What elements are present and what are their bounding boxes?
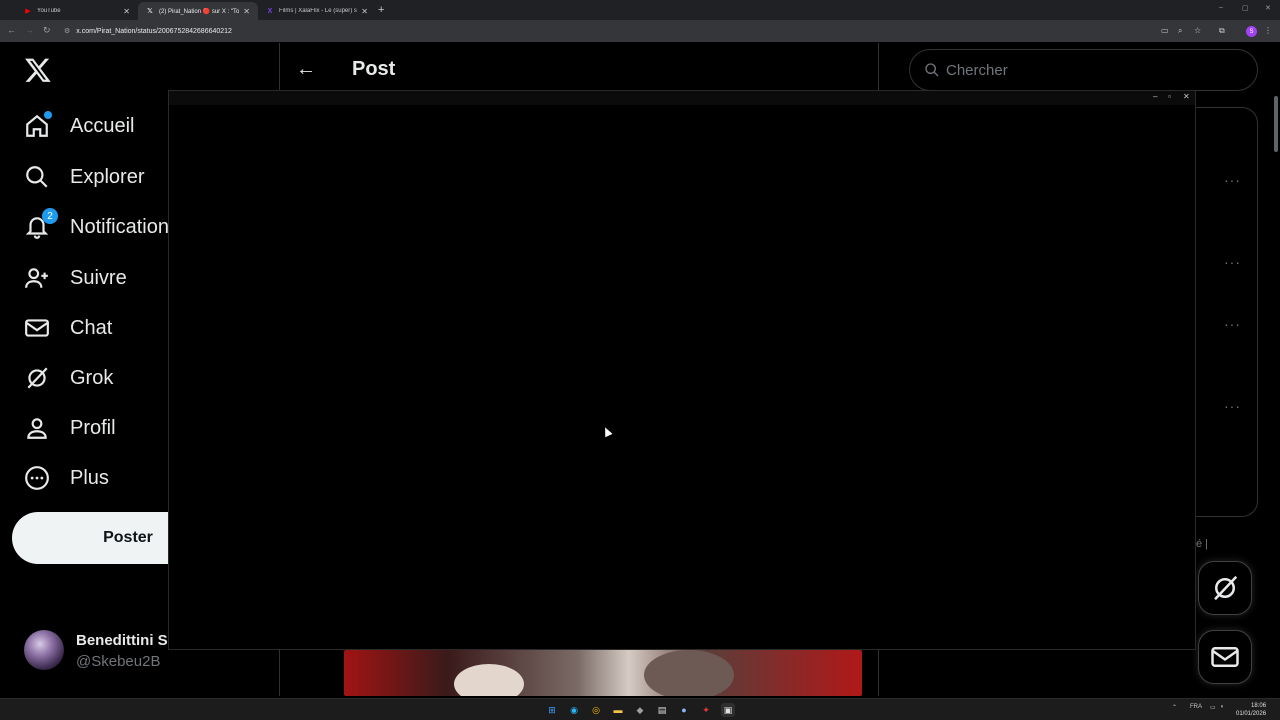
sidebar-item-label: Grok <box>70 366 114 389</box>
close-icon[interactable]: ✕ <box>123 7 130 16</box>
os-taskbar: ⊞ ◉ ◎ ▬ ◆ ▤ ● ✦ ▣ ⌃ FRA ▭ ◖ 18:06 01/01/… <box>0 698 1280 720</box>
follow-icon <box>22 263 52 293</box>
sidebar-item-more[interactable]: Plus <box>22 458 109 498</box>
maximize-icon[interactable]: ▫ <box>1168 92 1171 101</box>
address-bar[interactable]: ⚙ x.com/Pirat_Nation/status/200675284268… <box>58 23 1148 39</box>
mail-icon <box>1211 647 1239 667</box>
back-nav-icon[interactable]: ← <box>7 25 16 35</box>
grok-icon <box>22 363 52 393</box>
more-circle-icon <box>22 463 52 493</box>
window-title-bar[interactable]: – ▫ ✕ <box>169 91 1195 105</box>
x-logo-icon[interactable] <box>24 56 52 84</box>
bookmark-star-icon[interactable]: ☆ <box>1194 26 1201 35</box>
tab-youtube[interactable]: ▶ YouTube ✕ <box>16 2 138 20</box>
tab-x-post[interactable]: 𝕏 (2) Pirat_Nation 🔴 sur X : "Tod ✕ <box>138 2 258 20</box>
tab-title: (2) Pirat_Nation 🔴 sur X : "Tod <box>159 8 240 15</box>
xalaflix-icon: X <box>267 7 273 15</box>
more-dots-icon[interactable]: ··· <box>1224 316 1241 332</box>
search-placeholder: Chercher <box>946 61 1008 79</box>
search-icon <box>925 63 939 77</box>
forward-nav-icon[interactable]: → <box>25 25 34 35</box>
sidebar-item-label: Chat <box>70 316 113 339</box>
windows-start-icon[interactable]: ⊞ <box>545 703 559 717</box>
network-icon[interactable]: ▭ <box>1210 704 1216 711</box>
mail-icon <box>22 313 52 343</box>
sidebar-item-explore[interactable]: Explorer <box>22 157 144 197</box>
media-player-window[interactable]: – ▫ ✕ <box>168 90 1196 650</box>
grok-icon <box>1214 575 1238 601</box>
messages-button[interactable] <box>1198 630 1252 684</box>
browser-toolbar: ← → ↻ ⚙ x.com/Pirat_Nation/status/200675… <box>0 20 1280 42</box>
avatar <box>24 630 64 670</box>
reload-icon[interactable]: ↻ <box>43 25 51 36</box>
keyboard-language[interactable]: FRA <box>1190 704 1202 710</box>
minimize-icon[interactable]: – <box>1219 4 1223 11</box>
url-text: x.com/Pirat_Nation/status/20067528426866… <box>76 27 232 35</box>
notification-count-badge: 2 <box>42 208 58 224</box>
bell-icon: 2 <box>22 208 58 242</box>
browser-tab-bar: ▶ YouTube ✕ 𝕏 (2) Pirat_Nation 🔴 sur X :… <box>0 0 1280 20</box>
home-icon <box>22 111 52 141</box>
more-dots-icon[interactable]: ··· <box>1224 398 1241 414</box>
sidebar-item-home[interactable]: Accueil <box>22 106 134 146</box>
sidebar-item-label: Profil <box>70 416 116 439</box>
close-icon[interactable]: ✕ <box>1183 92 1190 101</box>
clock-time: 18:06 <box>1251 703 1267 709</box>
tab-xalaflix[interactable]: X Films | XalaFlix - Le (super) site ✕ <box>258 2 376 20</box>
account-name: Benedittini S <box>76 632 168 649</box>
minimize-icon[interactable]: – <box>1153 92 1157 101</box>
tab-title: Films | XalaFlix - Le (super) site <box>279 8 358 14</box>
tab-title: YouTube <box>37 8 61 14</box>
sidebar-item-grok[interactable]: Grok <box>22 358 113 398</box>
search-icon <box>22 162 52 192</box>
sidebar-item-chat[interactable]: Chat <box>22 308 112 348</box>
restore-icon[interactable]: ▢ <box>1242 4 1249 12</box>
more-dots-icon[interactable]: ··· <box>1224 172 1241 188</box>
search-input[interactable]: Chercher <box>909 49 1258 91</box>
more-dots-icon[interactable]: ··· <box>1224 254 1241 270</box>
sidebar-item-profile[interactable]: Profil <box>22 408 116 448</box>
youtube-icon: ▶ <box>25 8 31 15</box>
x-icon: 𝕏 <box>147 8 153 15</box>
zoom-icon[interactable]: ⌕ <box>1178 26 1182 36</box>
chrome-icon[interactable]: ◎ <box>589 703 603 717</box>
new-tab-button[interactable]: + <box>378 4 384 16</box>
sidebar-item-label: Plus <box>70 466 109 489</box>
account-handle: @Skebeu2B <box>76 653 161 670</box>
terminal-icon[interactable]: ▣ <box>721 703 735 717</box>
game-launcher-icon[interactable]: ✦ <box>699 703 713 717</box>
notepad-icon[interactable]: ▤ <box>655 703 669 717</box>
tray-chevron-icon[interactable]: ⌃ <box>1172 704 1177 711</box>
cast-icon[interactable]: ▭ <box>1161 26 1169 35</box>
sidebar-item-label: Notifications <box>70 215 179 238</box>
new-content-dot <box>44 111 52 119</box>
post-media-image[interactable] <box>344 650 862 696</box>
system-clock[interactable]: 18:06 01/01/2026 <box>1236 702 1266 718</box>
edge-icon[interactable]: ◉ <box>567 703 581 717</box>
extensions-icon[interactable]: ⧉ <box>1219 26 1225 36</box>
scrollbar-thumb[interactable] <box>1274 96 1278 152</box>
close-icon[interactable]: ✕ <box>361 7 368 16</box>
footer-links[interactable]: é | <box>1196 538 1208 550</box>
window-close-icon[interactable]: ✕ <box>1265 4 1271 12</box>
profile-avatar[interactable]: S <box>1246 26 1257 37</box>
sidebar-item-notifications[interactable]: 2 Notifications <box>22 207 179 247</box>
sidebar-item-label: Suivre <box>70 266 127 289</box>
close-icon[interactable]: ✕ <box>243 7 250 16</box>
grok-button[interactable] <box>1198 561 1252 615</box>
menu-kebab-icon[interactable]: ⋮ <box>1264 26 1272 35</box>
clock-date: 01/01/2026 <box>1236 711 1267 717</box>
back-arrow-icon[interactable]: ← <box>296 58 316 81</box>
sidebar-item-label: Accueil <box>70 114 135 137</box>
sidebar-item-follow[interactable]: Suivre <box>22 258 127 298</box>
file-explorer-icon[interactable]: ▬ <box>611 703 625 717</box>
app-icon[interactable]: ◆ <box>633 703 647 717</box>
steam-icon[interactable]: ● <box>677 703 691 717</box>
page-title: Post <box>352 58 396 80</box>
site-info-icon[interactable]: ⚙ <box>64 27 70 35</box>
sidebar-item-label: Explorer <box>70 165 145 188</box>
volume-icon[interactable]: ◖ <box>1220 704 1224 710</box>
profile-icon <box>22 413 52 443</box>
